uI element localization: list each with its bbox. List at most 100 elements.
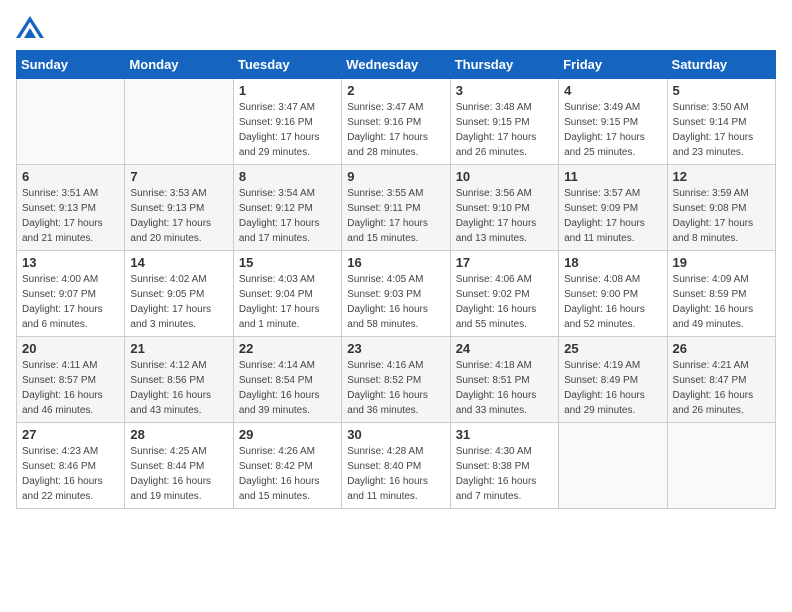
day-number: 27 (22, 427, 119, 442)
day-number: 25 (564, 341, 661, 356)
day-info: Sunrise: 3:59 AM Sunset: 9:08 PM Dayligh… (673, 186, 770, 246)
day-number: 2 (347, 83, 444, 98)
calendar-cell: 30Sunrise: 4:28 AM Sunset: 8:40 PM Dayli… (342, 423, 450, 509)
day-number: 16 (347, 255, 444, 270)
calendar-cell (667, 423, 775, 509)
calendar-cell (559, 423, 667, 509)
calendar-header: SundayMondayTuesdayWednesdayThursdayFrid… (17, 51, 776, 79)
calendar-cell: 20 Sunrise: 4:11 AM Sunset: 8:57 PM Dayli… (17, 337, 125, 423)
calendar-cell: 28Sunrise: 4:25 AM Sunset: 8:44 PM Dayli… (125, 423, 233, 509)
day-number: 19 (673, 255, 770, 270)
page-header (16, 16, 776, 38)
day-number: 6 (22, 169, 119, 184)
calendar-cell: 4 Sunrise: 3:49 AM Sunset: 9:15 PM Daylig… (559, 79, 667, 165)
day-number: 29 (239, 427, 336, 442)
day-number: 18 (564, 255, 661, 270)
day-number: 28 (130, 427, 227, 442)
day-info: Sunrise: 3:51 AM Sunset: 9:13 PM Dayligh… (22, 186, 119, 246)
calendar-week-4: 20 Sunrise: 4:11 AM Sunset: 8:57 PM Dayli… (17, 337, 776, 423)
calendar-cell: 17Sunrise: 4:06 AM Sunset: 9:02 PM Dayli… (450, 251, 558, 337)
weekday-header-wednesday: Wednesday (342, 51, 450, 79)
day-number: 26 (673, 341, 770, 356)
weekday-header-monday: Monday (125, 51, 233, 79)
day-info: Sunrise: 4:19 AM Sunset: 8:49 PM Dayligh… (564, 358, 661, 418)
day-number: 8 (239, 169, 336, 184)
day-info: Sunrise: 4:02 AM Sunset: 9:05 PM Dayligh… (130, 272, 227, 332)
day-info: Sunrise: 4:23 AM Sunset: 8:46 PM Dayligh… (22, 444, 119, 504)
calendar-cell: 7 Sunrise: 3:53 AM Sunset: 9:13 PM Daylig… (125, 165, 233, 251)
calendar-cell: 31Sunrise: 4:30 AM Sunset: 8:38 PM Dayli… (450, 423, 558, 509)
day-info: Sunrise: 3:56 AM Sunset: 9:10 PM Dayligh… (456, 186, 553, 246)
day-info: Sunrise: 3:49 AM Sunset: 9:15 PM Dayligh… (564, 100, 661, 160)
calendar-week-1: 1 Sunrise: 3:47 AM Sunset: 9:16 PM Daylig… (17, 79, 776, 165)
day-info: Sunrise: 4:08 AM Sunset: 9:00 PM Dayligh… (564, 272, 661, 332)
day-info: Sunrise: 4:05 AM Sunset: 9:03 PM Dayligh… (347, 272, 444, 332)
logo-icon (16, 16, 44, 38)
day-number: 24 (456, 341, 553, 356)
day-number: 14 (130, 255, 227, 270)
day-info: Sunrise: 4:14 AM Sunset: 8:54 PM Dayligh… (239, 358, 336, 418)
day-info: Sunrise: 3:54 AM Sunset: 9:12 PM Dayligh… (239, 186, 336, 246)
day-number: 20 (22, 341, 119, 356)
calendar-week-5: 27 Sunrise: 4:23 AM Sunset: 8:46 PM Dayli… (17, 423, 776, 509)
day-number: 1 (239, 83, 336, 98)
day-number: 22 (239, 341, 336, 356)
day-number: 15 (239, 255, 336, 270)
calendar-cell: 6 Sunrise: 3:51 AM Sunset: 9:13 PM Daylig… (17, 165, 125, 251)
day-info: Sunrise: 3:53 AM Sunset: 9:13 PM Dayligh… (130, 186, 227, 246)
calendar-cell: 25 Sunrise: 4:19 AM Sunset: 8:49 PM Dayli… (559, 337, 667, 423)
calendar-cell: 12 Sunrise: 3:59 AM Sunset: 9:08 PM Dayli… (667, 165, 775, 251)
calendar-cell: 24 Sunrise: 4:18 AM Sunset: 8:51 PM Dayli… (450, 337, 558, 423)
weekday-header-tuesday: Tuesday (233, 51, 341, 79)
weekday-header-sunday: Sunday (17, 51, 125, 79)
calendar-cell: 2 Sunrise: 3:47 AM Sunset: 9:16 PM Daylig… (342, 79, 450, 165)
day-info: Sunrise: 3:57 AM Sunset: 9:09 PM Dayligh… (564, 186, 661, 246)
day-info: Sunrise: 4:00 AM Sunset: 9:07 PM Dayligh… (22, 272, 119, 332)
calendar-cell: 10 Sunrise: 3:56 AM Sunset: 9:10 PM Dayli… (450, 165, 558, 251)
calendar-cell: 22 Sunrise: 4:14 AM Sunset: 8:54 PM Dayli… (233, 337, 341, 423)
calendar-cell: 29 Sunrise: 4:26 AM Sunset: 8:42 PM Dayli… (233, 423, 341, 509)
calendar-cell (17, 79, 125, 165)
day-info: Sunrise: 4:26 AM Sunset: 8:42 PM Dayligh… (239, 444, 336, 504)
day-number: 23 (347, 341, 444, 356)
day-number: 5 (673, 83, 770, 98)
day-number: 4 (564, 83, 661, 98)
calendar-table: SundayMondayTuesdayWednesdayThursdayFrid… (16, 50, 776, 509)
calendar-cell: 5 Sunrise: 3:50 AM Sunset: 9:14 PM Daylig… (667, 79, 775, 165)
calendar-cell: 8 Sunrise: 3:54 AM Sunset: 9:12 PM Daylig… (233, 165, 341, 251)
day-info: Sunrise: 4:11 AM Sunset: 8:57 PM Dayligh… (22, 358, 119, 418)
day-info: Sunrise: 3:50 AM Sunset: 9:14 PM Dayligh… (673, 100, 770, 160)
calendar-cell: 18 Sunrise: 4:08 AM Sunset: 9:00 PM Dayli… (559, 251, 667, 337)
calendar-cell: 21 Sunrise: 4:12 AM Sunset: 8:56 PM Dayli… (125, 337, 233, 423)
calendar-cell: 1 Sunrise: 3:47 AM Sunset: 9:16 PM Daylig… (233, 79, 341, 165)
calendar-week-3: 13 Sunrise: 4:00 AM Sunset: 9:07 PM Dayli… (17, 251, 776, 337)
calendar-week-2: 6 Sunrise: 3:51 AM Sunset: 9:13 PM Daylig… (17, 165, 776, 251)
calendar-cell: 11 Sunrise: 3:57 AM Sunset: 9:09 PM Dayli… (559, 165, 667, 251)
day-number: 9 (347, 169, 444, 184)
day-info: Sunrise: 3:47 AM Sunset: 9:16 PM Dayligh… (239, 100, 336, 160)
day-number: 17 (456, 255, 553, 270)
calendar-cell: 16 Sunrise: 4:05 AM Sunset: 9:03 PM Dayli… (342, 251, 450, 337)
day-info: Sunrise: 4:12 AM Sunset: 8:56 PM Dayligh… (130, 358, 227, 418)
day-number: 11 (564, 169, 661, 184)
day-number: 10 (456, 169, 553, 184)
calendar-cell: 15Sunrise: 4:03 AM Sunset: 9:04 PM Dayli… (233, 251, 341, 337)
day-number: 12 (673, 169, 770, 184)
logo (16, 16, 48, 38)
day-number: 13 (22, 255, 119, 270)
weekday-header-thursday: Thursday (450, 51, 558, 79)
day-info: Sunrise: 3:47 AM Sunset: 9:16 PM Dayligh… (347, 100, 444, 160)
day-number: 7 (130, 169, 227, 184)
calendar-cell: 23Sunrise: 4:16 AM Sunset: 8:52 PM Dayli… (342, 337, 450, 423)
calendar-cell: 19Sunrise: 4:09 AM Sunset: 8:59 PM Dayli… (667, 251, 775, 337)
calendar-cell: 14 Sunrise: 4:02 AM Sunset: 9:05 PM Dayli… (125, 251, 233, 337)
day-info: Sunrise: 3:55 AM Sunset: 9:11 PM Dayligh… (347, 186, 444, 246)
day-info: Sunrise: 4:21 AM Sunset: 8:47 PM Dayligh… (673, 358, 770, 418)
calendar-cell: 13 Sunrise: 4:00 AM Sunset: 9:07 PM Dayli… (17, 251, 125, 337)
day-number: 31 (456, 427, 553, 442)
day-number: 21 (130, 341, 227, 356)
day-info: Sunrise: 4:18 AM Sunset: 8:51 PM Dayligh… (456, 358, 553, 418)
weekday-header-saturday: Saturday (667, 51, 775, 79)
day-info: Sunrise: 4:28 AM Sunset: 8:40 PM Dayligh… (347, 444, 444, 504)
calendar-cell (125, 79, 233, 165)
